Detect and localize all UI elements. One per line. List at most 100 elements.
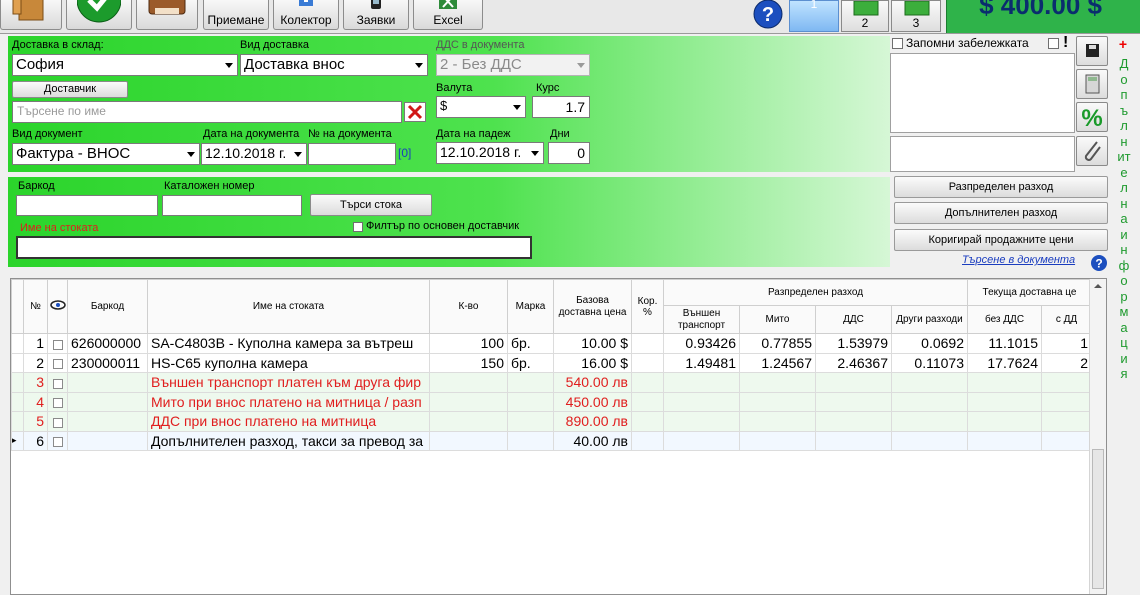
table-row[interactable]: ▸ 6 Допълнителен разход, такси за превод з… — [11, 430, 1092, 451]
cell-name[interactable]: SA-C4803B - Куполна камера за вътреш — [147, 333, 430, 354]
cell-with-vat[interactable] — [1041, 391, 1092, 412]
items-grid[interactable]: № Баркод Име на стоката К-во Марка Базов… — [10, 278, 1107, 595]
cell-price[interactable]: 540.00 лв — [553, 372, 632, 393]
supplier-search-input[interactable]: Търсене по име — [12, 101, 402, 123]
days-input[interactable]: 0 — [548, 142, 590, 164]
due-date-picker[interactable]: 12.10.2018 г. — [436, 142, 544, 164]
col-barcode[interactable]: Баркод — [67, 279, 148, 334]
cell-barcode[interactable] — [67, 372, 148, 393]
cell-with-vat[interactable]: 1 — [1041, 333, 1092, 354]
table-row[interactable]: 2 230000011 HS-C65 куполна камера 150 бр. 16.… — [11, 352, 1092, 373]
page-tab-1[interactable]: 1 — [789, 0, 839, 32]
warehouse-button[interactable] — [0, 0, 62, 30]
cell-other[interactable]: 0.0692 — [891, 333, 968, 354]
cell-name[interactable]: HS-C65 куполна камера — [147, 352, 430, 373]
cell-cor[interactable] — [631, 333, 664, 354]
receive-button[interactable]: Приемане — [203, 0, 269, 30]
correct-prices-button[interactable]: Коригирай продажните цени — [894, 229, 1108, 251]
row-checkbox[interactable] — [52, 417, 63, 428]
row-checkbox[interactable] — [52, 378, 63, 389]
cell-other[interactable] — [891, 391, 968, 412]
cell-no-vat[interactable] — [967, 372, 1042, 393]
cell-other[interactable] — [891, 372, 968, 393]
row-selector[interactable] — [11, 333, 24, 354]
row-selector[interactable] — [11, 352, 24, 373]
cell-vat[interactable] — [815, 430, 892, 451]
cell-price[interactable]: 16.00 $ — [553, 352, 632, 373]
cell-unit[interactable] — [507, 411, 554, 432]
col-no-vat[interactable]: без ДДС — [967, 305, 1042, 334]
distributed-cost-button[interactable]: Разпределен разход — [894, 176, 1108, 198]
col-correction[interactable]: Кор. % — [631, 279, 664, 334]
cell-transport[interactable] — [663, 391, 740, 412]
col-visibility[interactable] — [47, 279, 68, 334]
col-with-vat[interactable]: с ДД — [1041, 305, 1092, 334]
printer-button[interactable] — [136, 0, 198, 30]
search-document-link[interactable]: Търсене в документа — [962, 254, 1075, 266]
cell-price[interactable]: 450.00 лв — [553, 391, 632, 412]
excel-button[interactable]: Excel — [413, 0, 483, 30]
cell-other[interactable]: 0.11073 — [891, 352, 968, 373]
cell-cor[interactable] — [631, 372, 664, 393]
cell-cor[interactable] — [631, 352, 664, 373]
cell-name[interactable]: Външен транспорт платен към друга фир — [147, 372, 430, 393]
cell-price[interactable]: 40.00 лв — [553, 430, 632, 451]
cell-unit[interactable] — [507, 430, 554, 451]
additional-info-strip[interactable]: + Допълнителна информация — [1110, 36, 1140, 595]
col-unit[interactable]: Марка — [507, 279, 554, 334]
cell-no-vat[interactable] — [967, 391, 1042, 412]
cell-transport[interactable] — [663, 411, 740, 432]
cell-customs[interactable]: 1.24567 — [739, 352, 816, 373]
grid-scrollbar[interactable] — [1089, 279, 1106, 594]
cell-vat[interactable]: 2.46367 — [815, 352, 892, 373]
doc-no-input[interactable] — [308, 143, 396, 165]
row-selector[interactable]: ▸ — [11, 430, 24, 451]
cell-vat[interactable]: 1.53979 — [815, 333, 892, 354]
table-row[interactable]: 5 ДДС при внос платено на митница 890.00 л… — [11, 411, 1092, 432]
vat-select[interactable]: 2 - Без ДДС — [436, 54, 590, 76]
col-qty[interactable]: К-во — [429, 279, 508, 334]
orders-button[interactable]: Заявки — [343, 0, 409, 30]
supplier-button[interactable]: Доставчик — [12, 81, 128, 98]
calculator-button[interactable] — [1076, 69, 1108, 99]
barcode-input[interactable] — [16, 195, 158, 216]
col-other[interactable]: Други разходи — [891, 305, 968, 334]
cell-transport[interactable]: 1.49481 — [663, 352, 740, 373]
cell-customs[interactable] — [739, 411, 816, 432]
cell-vat[interactable] — [815, 411, 892, 432]
cell-vat[interactable] — [815, 372, 892, 393]
item-name-input[interactable] — [16, 236, 532, 259]
cell-other[interactable] — [891, 411, 968, 432]
confirm-button[interactable] — [66, 0, 132, 30]
col-transport[interactable]: Външен транспорт — [663, 305, 740, 334]
col-vat[interactable]: ДДС — [815, 305, 892, 334]
warehouse-select[interactable]: София — [12, 54, 238, 76]
cell-customs[interactable]: 0.77855 — [739, 333, 816, 354]
note-flag-checkbox[interactable] — [1048, 38, 1059, 49]
table-row[interactable]: 3 Външен транспорт платен към друга фир 54… — [11, 372, 1092, 393]
col-customs[interactable]: Мито — [739, 305, 816, 334]
cell-qty[interactable]: 100 — [429, 333, 508, 354]
col-base-price[interactable]: Базова доставна цена — [553, 279, 632, 334]
cell-cor[interactable] — [631, 391, 664, 412]
cell-barcode[interactable] — [67, 430, 148, 451]
row-selector[interactable] — [11, 391, 24, 412]
cell-barcode[interactable]: 230000011 — [67, 352, 148, 373]
cell-unit[interactable]: бр. — [507, 333, 554, 354]
catalog-input[interactable] — [162, 195, 302, 216]
delivery-type-select[interactable]: Доставка внос — [240, 54, 428, 76]
scroll-up-icon[interactable] — [1093, 282, 1103, 290]
note-extra-field[interactable] — [890, 136, 1075, 172]
cell-vat[interactable] — [815, 391, 892, 412]
cell-no-vat[interactable]: 11.1015 — [967, 333, 1042, 354]
rate-input[interactable]: 1.7 — [532, 96, 590, 118]
cell-customs[interactable] — [739, 391, 816, 412]
row-checkbox[interactable] — [52, 437, 63, 448]
cell-unit[interactable] — [507, 372, 554, 393]
cell-barcode[interactable] — [67, 391, 148, 412]
row-checkbox[interactable] — [52, 339, 63, 350]
cell-transport[interactable]: 0.93426 — [663, 333, 740, 354]
doc-type-select[interactable]: Фактура - ВНОС — [12, 143, 200, 165]
cell-customs[interactable] — [739, 430, 816, 451]
row-checkbox[interactable] — [52, 398, 63, 409]
